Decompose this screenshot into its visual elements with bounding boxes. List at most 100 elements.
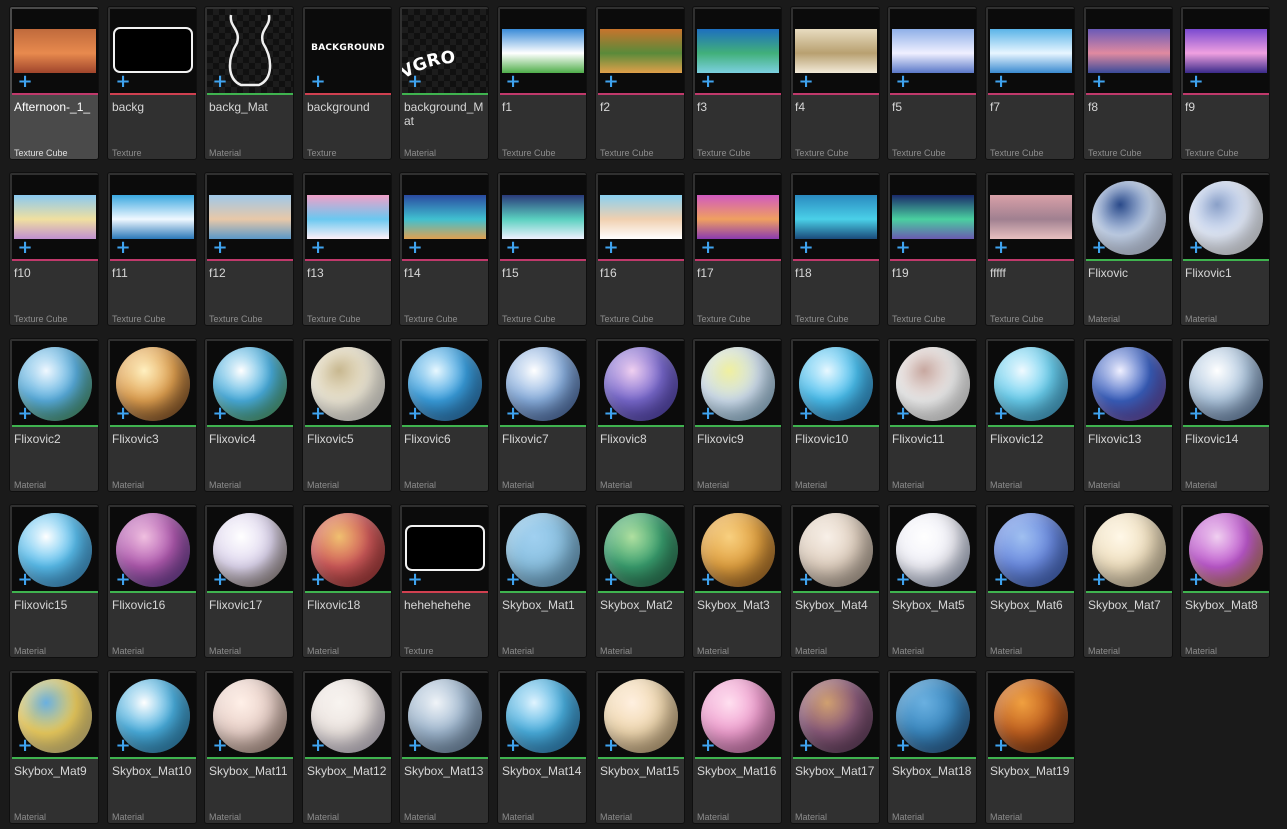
asset-tile[interactable]: + Flixovic10 Material — [790, 338, 880, 492]
add-plus-icon[interactable]: + — [992, 737, 1010, 755]
asset-tile[interactable]: + Flixovic6 Material — [399, 338, 489, 492]
add-plus-icon[interactable]: + — [992, 405, 1010, 423]
add-plus-icon[interactable]: + — [894, 571, 912, 589]
asset-tile[interactable]: + f9 Texture Cube — [1180, 6, 1270, 160]
asset-tile[interactable]: + Skybox_Mat9 Material — [9, 670, 99, 824]
add-plus-icon[interactable]: + — [16, 571, 34, 589]
add-plus-icon[interactable]: + — [1090, 73, 1108, 91]
add-plus-icon[interactable]: + — [602, 405, 620, 423]
add-plus-icon[interactable]: + — [797, 571, 815, 589]
add-plus-icon[interactable]: + — [699, 737, 717, 755]
add-plus-icon[interactable]: + — [797, 73, 815, 91]
asset-tile[interactable]: + f2 Texture Cube — [595, 6, 685, 160]
add-plus-icon[interactable]: + — [992, 239, 1010, 257]
add-plus-icon[interactable]: + — [114, 73, 132, 91]
asset-tile[interactable]: + Flixovic Material — [1083, 172, 1173, 326]
asset-tile[interactable]: + Skybox_Mat15 Material — [595, 670, 685, 824]
add-plus-icon[interactable]: + — [992, 571, 1010, 589]
asset-tile[interactable]: + Skybox_Mat8 Material — [1180, 504, 1270, 658]
add-plus-icon[interactable]: + — [699, 239, 717, 257]
add-plus-icon[interactable]: + — [309, 571, 327, 589]
add-plus-icon[interactable]: + — [894, 737, 912, 755]
asset-tile[interactable]: + Skybox_Mat19 Material — [985, 670, 1075, 824]
asset-tile[interactable]: + f19 Texture Cube — [887, 172, 977, 326]
asset-tile[interactable]: + f4 Texture Cube — [790, 6, 880, 160]
add-plus-icon[interactable]: + — [504, 239, 522, 257]
asset-tile[interactable]: BACKGROUND + background Texture — [302, 6, 392, 160]
add-plus-icon[interactable]: + — [1090, 405, 1108, 423]
asset-tile[interactable]: + f17 Texture Cube — [692, 172, 782, 326]
asset-tile[interactable]: + Flixovic5 Material — [302, 338, 392, 492]
asset-tile[interactable]: + Flixovic7 Material — [497, 338, 587, 492]
add-plus-icon[interactable]: + — [309, 239, 327, 257]
add-plus-icon[interactable]: + — [406, 737, 424, 755]
asset-tile[interactable]: + Skybox_Mat13 Material — [399, 670, 489, 824]
asset-tile[interactable]: + backg_Mat Material — [204, 6, 294, 160]
asset-tile[interactable]: + Skybox_Mat6 Material — [985, 504, 1075, 658]
asset-tile[interactable]: + Flixovic3 Material — [107, 338, 197, 492]
add-plus-icon[interactable]: + — [1090, 571, 1108, 589]
asset-tile[interactable]: + Flixovic1 Material — [1180, 172, 1270, 326]
asset-tile[interactable]: + f16 Texture Cube — [595, 172, 685, 326]
asset-tile[interactable]: + f18 Texture Cube — [790, 172, 880, 326]
asset-tile[interactable]: + fffff Texture Cube — [985, 172, 1075, 326]
add-plus-icon[interactable]: + — [406, 239, 424, 257]
add-plus-icon[interactable]: + — [406, 571, 424, 589]
asset-tile[interactable]: + Skybox_Mat14 Material — [497, 670, 587, 824]
asset-tile[interactable]: + Flixovic13 Material — [1083, 338, 1173, 492]
asset-tile[interactable]: + Skybox_Mat5 Material — [887, 504, 977, 658]
add-plus-icon[interactable]: + — [894, 239, 912, 257]
asset-tile[interactable]: + Flixovic17 Material — [204, 504, 294, 658]
add-plus-icon[interactable]: + — [699, 405, 717, 423]
add-plus-icon[interactable]: + — [211, 73, 229, 91]
add-plus-icon[interactable]: + — [894, 73, 912, 91]
asset-tile[interactable]: + f15 Texture Cube — [497, 172, 587, 326]
add-plus-icon[interactable]: + — [1090, 239, 1108, 257]
add-plus-icon[interactable]: + — [16, 405, 34, 423]
add-plus-icon[interactable]: + — [16, 73, 34, 91]
asset-tile[interactable]: + f7 Texture Cube — [985, 6, 1075, 160]
add-plus-icon[interactable]: + — [114, 239, 132, 257]
add-plus-icon[interactable]: + — [602, 73, 620, 91]
asset-tile[interactable]: + Skybox_Mat16 Material — [692, 670, 782, 824]
asset-tile[interactable]: + Skybox_Mat10 Material — [107, 670, 197, 824]
asset-tile[interactable]: VGRO+ background_Mat Material — [399, 6, 489, 160]
asset-tile[interactable]: + Skybox_Mat1 Material — [497, 504, 587, 658]
asset-tile[interactable]: + Flixovic15 Material — [9, 504, 99, 658]
asset-tile[interactable]: + Flixovic16 Material — [107, 504, 197, 658]
add-plus-icon[interactable]: + — [504, 405, 522, 423]
asset-tile[interactable]: + Skybox_Mat3 Material — [692, 504, 782, 658]
add-plus-icon[interactable]: + — [504, 571, 522, 589]
asset-tile[interactable]: + Flixovic4 Material — [204, 338, 294, 492]
add-plus-icon[interactable]: + — [504, 737, 522, 755]
asset-tile[interactable]: + Skybox_Mat18 Material — [887, 670, 977, 824]
add-plus-icon[interactable]: + — [1187, 405, 1205, 423]
add-plus-icon[interactable]: + — [1187, 571, 1205, 589]
asset-tile[interactable]: + f8 Texture Cube — [1083, 6, 1173, 160]
add-plus-icon[interactable]: + — [211, 737, 229, 755]
add-plus-icon[interactable]: + — [309, 73, 327, 91]
add-plus-icon[interactable]: + — [1187, 73, 1205, 91]
asset-tile[interactable]: + Flixovic8 Material — [595, 338, 685, 492]
add-plus-icon[interactable]: + — [406, 73, 424, 91]
asset-tile[interactable]: + f10 Texture Cube — [9, 172, 99, 326]
add-plus-icon[interactable]: + — [797, 239, 815, 257]
add-plus-icon[interactable]: + — [992, 73, 1010, 91]
add-plus-icon[interactable]: + — [114, 737, 132, 755]
asset-tile[interactable]: + Flixovic14 Material — [1180, 338, 1270, 492]
add-plus-icon[interactable]: + — [699, 73, 717, 91]
add-plus-icon[interactable]: + — [114, 571, 132, 589]
add-plus-icon[interactable]: + — [211, 239, 229, 257]
asset-tile[interactable]: + f3 Texture Cube — [692, 6, 782, 160]
asset-tile[interactable]: + hehehehehe Texture — [399, 504, 489, 658]
add-plus-icon[interactable]: + — [699, 571, 717, 589]
asset-tile[interactable]: + Skybox_Mat2 Material — [595, 504, 685, 658]
asset-tile[interactable]: + Skybox_Mat4 Material — [790, 504, 880, 658]
add-plus-icon[interactable]: + — [16, 239, 34, 257]
asset-tile[interactable]: + f14 Texture Cube — [399, 172, 489, 326]
add-plus-icon[interactable]: + — [504, 73, 522, 91]
add-plus-icon[interactable]: + — [797, 737, 815, 755]
asset-tile[interactable]: + Afternoon-_1_ Texture Cube — [9, 6, 99, 160]
asset-tile[interactable]: + Flixovic11 Material — [887, 338, 977, 492]
asset-tile[interactable]: + Flixovic12 Material — [985, 338, 1075, 492]
